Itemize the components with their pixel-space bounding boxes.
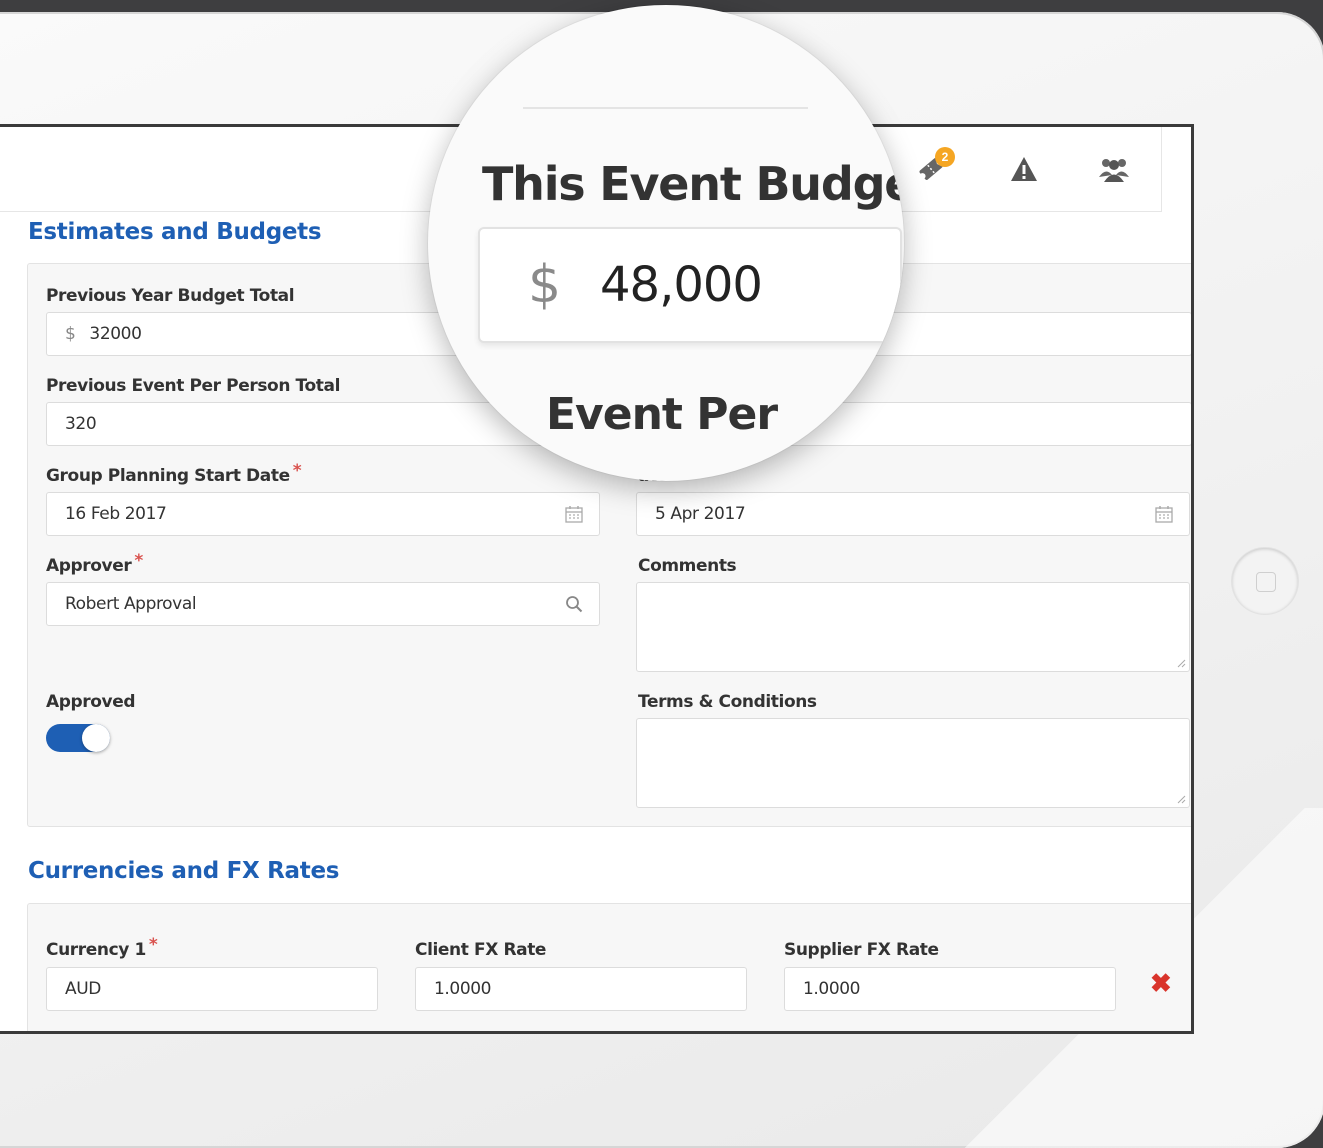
- this-event-budget-field[interactable]: $ 48,000: [478, 227, 902, 343]
- approver-value: Robert Approval: [65, 594, 197, 614]
- approver-input[interactable]: Robert Approval: [46, 582, 600, 626]
- calendar-icon[interactable]: [1155, 505, 1173, 523]
- prev-year-budget-value: 32000: [89, 324, 142, 344]
- terms-label: Terms & Conditions: [638, 692, 817, 712]
- remove-currency-button[interactable]: ✖: [1150, 968, 1172, 999]
- start-date-input[interactable]: 16 Feb 2017: [46, 492, 600, 536]
- currency-label-text: Currency 1: [46, 940, 146, 960]
- this-event-budget-value: 48,000: [600, 257, 763, 313]
- resize-handle-icon[interactable]: [1176, 794, 1186, 804]
- end-date-value: 5 Apr 2017: [655, 504, 746, 524]
- approver-label: Approver *: [46, 551, 143, 576]
- start-date-value: 16 Feb 2017: [65, 504, 167, 524]
- required-mark: *: [148, 935, 158, 955]
- magnifier-next-label: Event Per: [546, 389, 778, 440]
- tickets-button[interactable]: 2: [911, 147, 955, 189]
- approver-label-text: Approver: [46, 556, 132, 576]
- currencies-section-title: Currencies and FX Rates: [28, 858, 340, 884]
- start-date-label-text: Group Planning Start Date: [46, 466, 290, 486]
- toggle-knob: [82, 724, 110, 752]
- resize-handle-icon[interactable]: [1176, 658, 1186, 668]
- prev-year-budget-label: Previous Year Budget Total: [46, 286, 295, 306]
- magnifier-divider: [523, 107, 808, 109]
- currency-label: Currency 1 *: [46, 935, 158, 960]
- currency-input[interactable]: AUD: [46, 967, 378, 1011]
- approved-label: Approved: [46, 692, 136, 712]
- approved-toggle[interactable]: [46, 724, 110, 752]
- team-button[interactable]: [1094, 149, 1134, 189]
- calendar-icon[interactable]: [565, 505, 583, 523]
- users-icon: [1099, 159, 1129, 182]
- required-mark: *: [292, 461, 302, 481]
- comments-label: Comments: [638, 556, 737, 576]
- supplier-fx-label: Supplier FX Rate: [784, 940, 939, 960]
- warning-icon: [1011, 157, 1037, 181]
- tablet-home-button[interactable]: [1232, 548, 1298, 614]
- tickets-badge: 2: [935, 147, 955, 167]
- currency-value: AUD: [65, 979, 101, 999]
- client-fx-label: Client FX Rate: [415, 940, 547, 960]
- currencies-panel: Currency 1 * AUD Client FX Rate 1.0000 Su…: [27, 903, 1191, 1031]
- supplier-fx-input[interactable]: 1.0000: [784, 967, 1116, 1011]
- magnifier-title: This Event Budget: [482, 157, 904, 211]
- prev-event-pp-value: 320: [65, 414, 97, 434]
- comments-textarea[interactable]: [636, 582, 1190, 672]
- supplier-fx-value: 1.0000: [803, 979, 861, 999]
- required-mark: *: [134, 551, 143, 571]
- currency-prefix: $: [65, 324, 76, 344]
- terms-textarea[interactable]: [636, 718, 1190, 808]
- client-fx-input[interactable]: 1.0000: [415, 967, 747, 1011]
- start-date-label: Group Planning Start Date *: [46, 461, 302, 486]
- prev-event-pp-label: Previous Event Per Person Total: [46, 376, 340, 396]
- magnifier-callout: This Event Budget $ 48,000 Event Per: [428, 5, 904, 481]
- search-icon[interactable]: [565, 595, 583, 613]
- magnifier-currency: $: [528, 255, 562, 315]
- alerts-button[interactable]: [1004, 149, 1044, 189]
- end-date-input[interactable]: 5 Apr 2017: [636, 492, 1190, 536]
- client-fx-value: 1.0000: [434, 979, 492, 999]
- estimates-section-title: Estimates and Budgets: [28, 219, 322, 245]
- home-square-icon: [1256, 572, 1276, 592]
